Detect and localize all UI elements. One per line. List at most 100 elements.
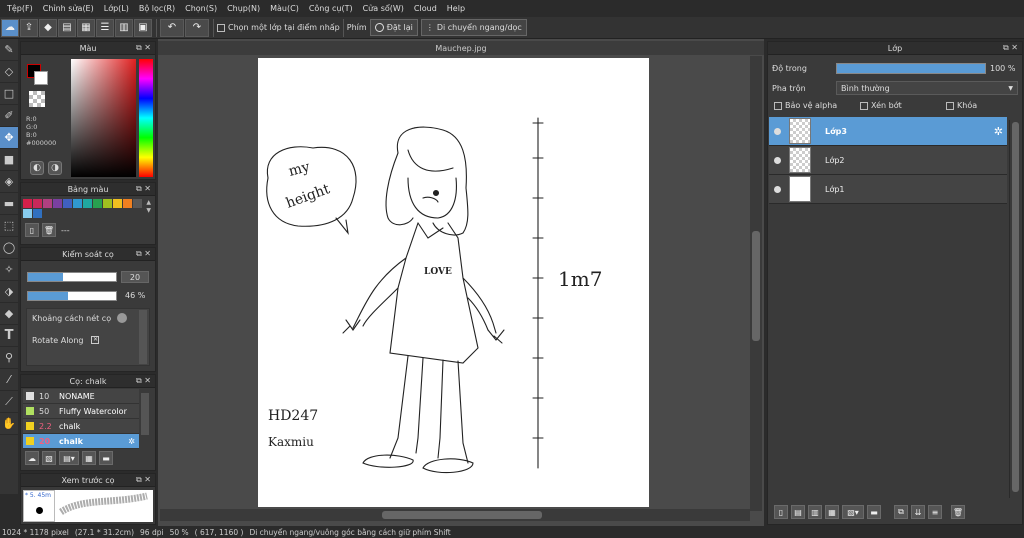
layer-opacity-slider[interactable] xyxy=(836,63,986,74)
panel-icon[interactable]: ▣ xyxy=(134,18,152,37)
lock-checkbox[interactable] xyxy=(946,101,954,110)
trash-icon[interactable]: 🗑 xyxy=(951,505,965,519)
palette-swatch[interactable] xyxy=(93,199,102,208)
palette-swatch[interactable] xyxy=(33,199,42,208)
grid-icon[interactable]: ▥ xyxy=(115,18,133,37)
eye-icon[interactable] xyxy=(774,127,781,135)
export-icon[interactable]: ⇪ xyxy=(20,18,38,37)
marquee-icon[interactable]: ⬚ xyxy=(0,215,18,237)
layer-row[interactable]: Lớp3 ✲ xyxy=(769,117,1007,146)
blur-icon[interactable]: ⟋ xyxy=(0,391,18,413)
spacing-toggle[interactable] xyxy=(117,313,128,323)
palette-swatch[interactable] xyxy=(123,199,132,208)
eye-icon[interactable] xyxy=(774,185,781,193)
brush-opacity-slider[interactable] xyxy=(27,291,117,301)
palette-swatch[interactable] xyxy=(63,199,72,208)
brush-list-item[interactable]: 50 Fluffy Watercolor xyxy=(23,404,139,419)
document-tab[interactable]: Mauchep.jpg xyxy=(158,41,764,55)
menu-cloud[interactable]: Cloud xyxy=(409,4,442,13)
brush-list-item[interactable]: 20 chalk ✲ xyxy=(23,434,139,449)
menu-help[interactable]: Help xyxy=(442,4,470,13)
palette-swatch[interactable] xyxy=(23,199,32,208)
palette-scroll-arrows[interactable]: ▲ ▼ xyxy=(146,199,151,215)
panel-controls-icon[interactable]: ⧉ ✕ xyxy=(136,376,151,386)
canvas-horizontal-scrollbar[interactable] xyxy=(160,509,750,521)
brush-icon[interactable]: ✎ xyxy=(0,39,18,61)
gear-icon[interactable]: ✲ xyxy=(994,125,1003,138)
brush-new-icon[interactable]: ▤▾ xyxy=(59,451,79,465)
menu-capture[interactable]: Chụp(N) xyxy=(222,4,265,13)
palette-swatch[interactable] xyxy=(73,199,82,208)
fill-rect-icon[interactable]: ■ xyxy=(0,149,18,171)
panel-controls-icon[interactable]: ⧉ ✕ xyxy=(136,249,151,259)
cloud-icon[interactable]: ☁ xyxy=(1,18,19,37)
redo-icon[interactable]: ↷ xyxy=(185,18,209,37)
speech-bubble-icon[interactable]: ◆ xyxy=(39,18,57,37)
folder-icon[interactable]: ▬ xyxy=(867,505,881,519)
color-wheel-button[interactable]: ◐ xyxy=(30,161,44,175)
pen-icon[interactable]: ✐ xyxy=(0,105,18,127)
page-icon[interactable]: ▤ xyxy=(58,18,76,37)
magic-wand-icon[interactable]: ✧ xyxy=(0,259,18,281)
reset-button[interactable]: Đặt lại xyxy=(369,19,418,36)
new-layer-icon[interactable]: ▯ xyxy=(774,505,788,519)
palette-swatch[interactable] xyxy=(113,199,122,208)
saturation-value-field[interactable] xyxy=(71,59,136,177)
layer-scroll-thumb[interactable] xyxy=(1012,122,1019,492)
brush-add-icon[interactable]: ▧ xyxy=(42,451,56,465)
palette-swatch[interactable] xyxy=(23,209,32,218)
color-mix-button[interactable]: ◑ xyxy=(48,161,62,175)
brush-edit-icon[interactable]: ▦ xyxy=(82,451,96,465)
brush-list-scrollbar[interactable] xyxy=(141,393,149,435)
panel-controls-icon[interactable]: ⧉ ✕ xyxy=(136,43,151,53)
select-eraser-icon[interactable]: ◆ xyxy=(0,303,18,325)
menu-edit[interactable]: Chỉnh sửa(E) xyxy=(38,4,99,13)
gradient-icon[interactable]: ▬ xyxy=(0,193,18,215)
palette-swatch[interactable] xyxy=(103,199,112,208)
panel-controls-icon[interactable]: ⧉ ✕ xyxy=(1003,43,1018,53)
transparent-color-swatch[interactable] xyxy=(29,91,45,107)
panel-controls-icon[interactable]: ⧉ ✕ xyxy=(136,184,151,194)
new-layer-1bit-icon[interactable]: ▦ xyxy=(825,505,839,519)
eraser-icon[interactable]: ◇ xyxy=(0,61,18,83)
palette-swatch[interactable] xyxy=(83,199,92,208)
trash-icon[interactable]: 🗑 xyxy=(42,223,56,237)
new-palette-icon[interactable]: ▯ xyxy=(25,223,39,237)
brush-list-item[interactable]: 2.2 chalk xyxy=(23,419,139,434)
menu-window[interactable]: Cửa sổ(W) xyxy=(358,4,409,13)
add-layer-menu-icon[interactable]: ▧▾ xyxy=(842,505,864,519)
horizontal-scroll-thumb[interactable] xyxy=(382,511,542,519)
panel-controls-icon[interactable]: ⧉ ✕ xyxy=(136,475,151,485)
move-icon[interactable]: ✥ xyxy=(0,127,18,149)
menu-color[interactable]: Màu(C) xyxy=(265,4,304,13)
eyedropper-icon[interactable]: ⁄ xyxy=(0,369,18,391)
palette-swatch[interactable] xyxy=(53,199,62,208)
protect-alpha-checkbox[interactable] xyxy=(774,101,782,110)
move-mode-button[interactable]: ⋮ Di chuyển ngang/dọc xyxy=(420,19,527,36)
layer-list-scrollbar[interactable] xyxy=(1009,120,1020,498)
menu-file[interactable]: Tệp(F) xyxy=(2,4,38,13)
blend-mode-select[interactable]: Bình thường ▼ xyxy=(836,81,1018,95)
text-icon[interactable]: T xyxy=(0,325,18,347)
new-layer-8bit-icon[interactable]: ▥ xyxy=(808,505,822,519)
layer-settings-icon[interactable]: ≡ xyxy=(928,505,942,519)
menu-filter[interactable]: Bộ lọc(R) xyxy=(134,4,180,13)
select-rect-icon[interactable]: □ xyxy=(0,83,18,105)
brush-folder-icon[interactable]: ▬ xyxy=(99,451,113,465)
rotate-checkbox[interactable]: ✕ xyxy=(91,336,100,344)
lasso-icon[interactable]: ◯ xyxy=(0,237,18,259)
menu-layer[interactable]: Lớp(L) xyxy=(99,4,134,13)
menu-select[interactable]: Chọn(S) xyxy=(180,4,222,13)
palette-swatch[interactable] xyxy=(133,199,142,208)
list-icon[interactable]: ☰ xyxy=(96,18,114,37)
brush-size-value[interactable]: 20 xyxy=(121,271,149,283)
layer-row[interactable]: Lớp1 xyxy=(769,175,1007,204)
menu-tools[interactable]: Công cụ(T) xyxy=(304,4,358,13)
brush-options-scrollbar[interactable] xyxy=(139,310,147,364)
select-pen-icon[interactable]: ⬗ xyxy=(0,281,18,303)
layer-row[interactable]: Lớp2 xyxy=(769,146,1007,175)
secondary-color-swatch[interactable] xyxy=(34,71,48,85)
brush-list-item[interactable]: 10 NONAME xyxy=(23,389,139,404)
hand-icon[interactable]: ✋ xyxy=(0,413,18,435)
clipping-checkbox[interactable] xyxy=(860,101,868,110)
